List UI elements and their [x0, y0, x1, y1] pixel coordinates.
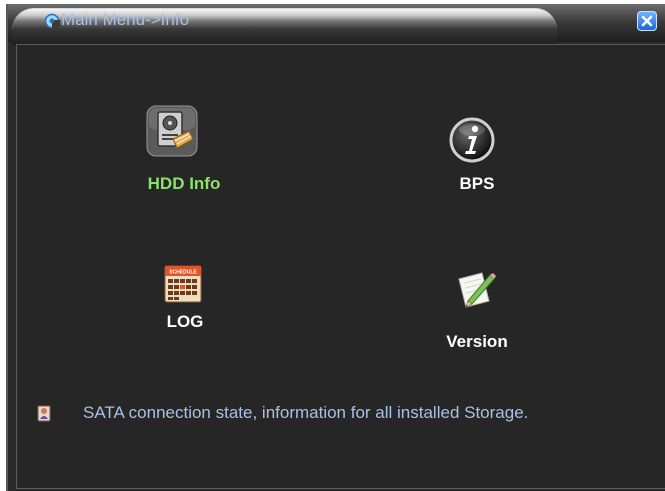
- window-title: Main Menu->Info: [61, 10, 190, 29]
- menu-item-hdd-info[interactable]: HDD Info: [129, 105, 239, 205]
- menu-item-bps[interactable]: BPS: [427, 117, 527, 207]
- menu-icon: [44, 13, 60, 29]
- close-icon: [641, 15, 653, 27]
- calendar-schedule-icon: SCHEDULE: [164, 265, 202, 303]
- menu-item-label: LOG: [166, 312, 204, 331]
- menu-item-version[interactable]: Version: [427, 269, 527, 359]
- menu-item-label: Version: [446, 332, 508, 351]
- info-i-icon: [449, 117, 495, 163]
- hint-text: SATA connection state, information for a…: [83, 403, 529, 422]
- screen: Main Menu->Info HDD Info BPS SCHEDULE LO…: [0, 0, 665, 491]
- hint-person-icon: [37, 405, 51, 422]
- hdd-info-icon: [146, 105, 198, 157]
- info-menu-window: Main Menu->Info HDD Info BPS SCHEDULE LO…: [6, 4, 665, 491]
- info-menu-panel: HDD Info BPS SCHEDULE LOG Version SATA c…: [16, 44, 665, 489]
- title-bar: Main Menu->Info: [8, 4, 665, 45]
- schedule-caption: SCHEDULE: [169, 270, 197, 276]
- close-button[interactable]: [637, 11, 657, 31]
- pencil-notepad-icon: [458, 272, 496, 308]
- menu-item-log[interactable]: SCHEDULE LOG: [135, 265, 235, 355]
- menu-item-label: HDD Info: [147, 174, 221, 193]
- menu-item-label: BPS: [459, 174, 495, 193]
